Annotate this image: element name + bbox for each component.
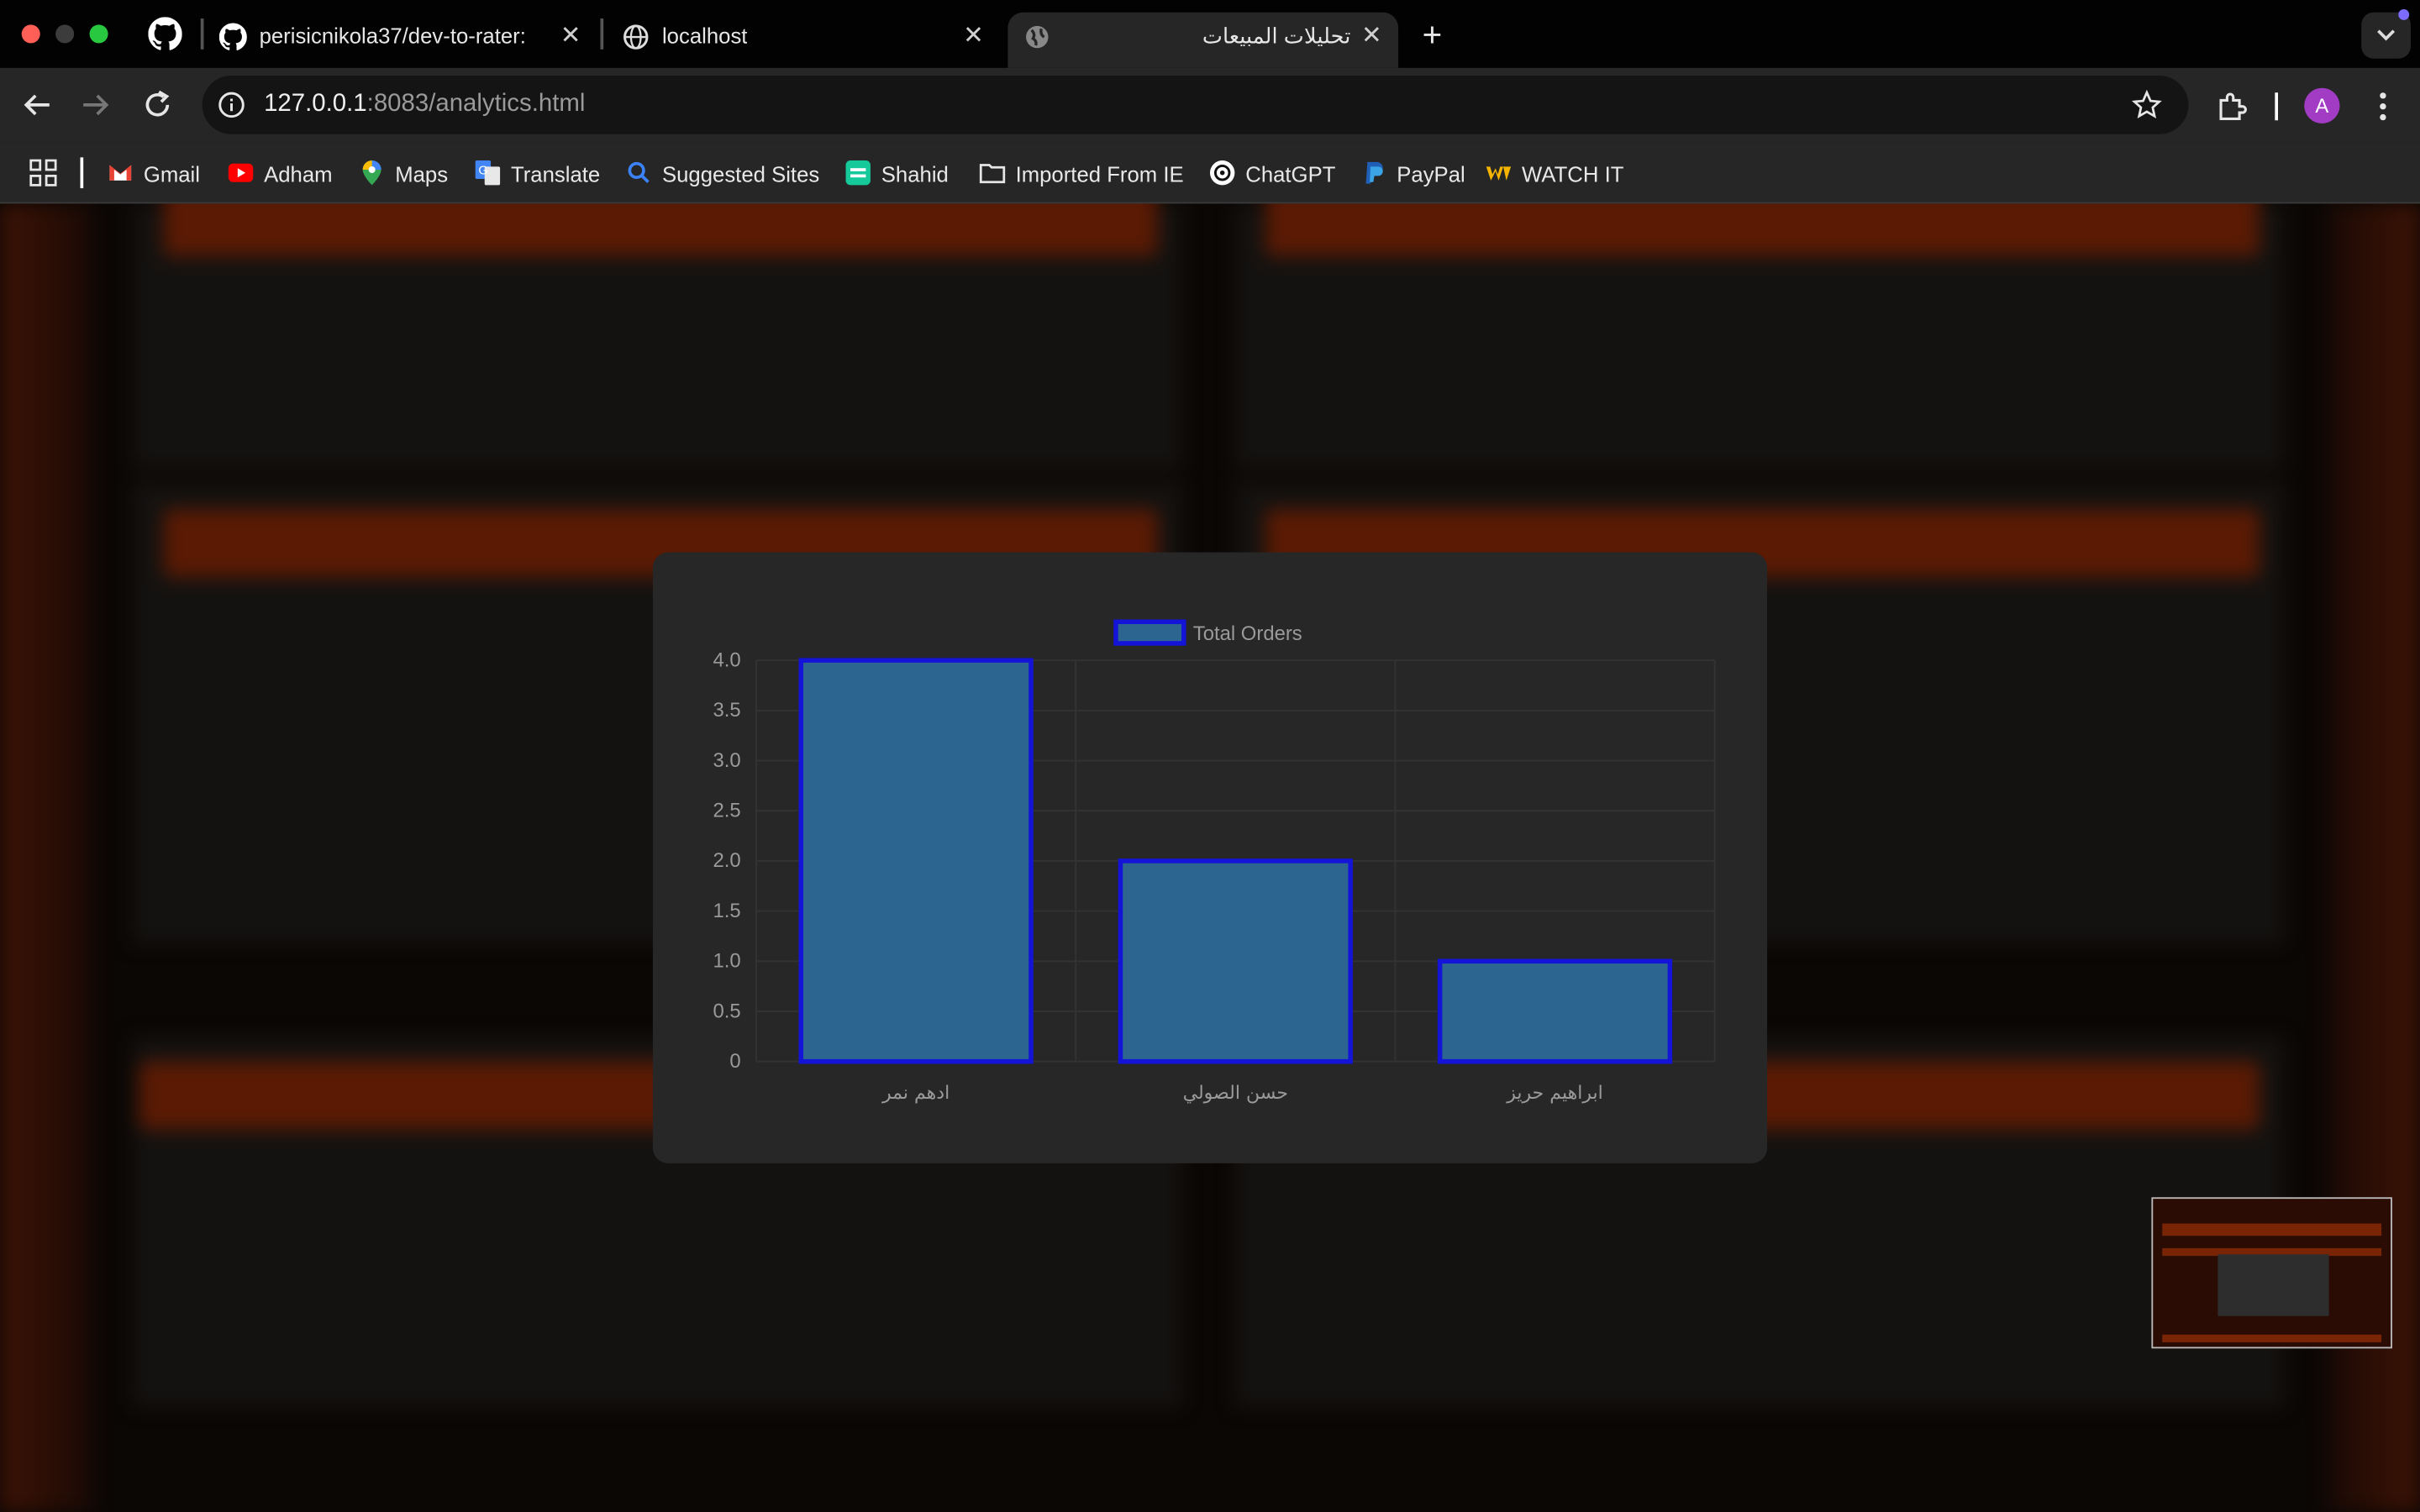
close-window-button[interactable] <box>21 24 40 44</box>
globe-icon <box>1026 25 1049 49</box>
x-tick-label: حسن الصولي <box>1183 1083 1288 1104</box>
browser-toolbar: 127.0.0.1:8083/analytics.html A <box>0 67 2420 142</box>
x-tick-label: ابراهيم حريز <box>1506 1083 1603 1104</box>
bookmark-label: Imported From IE <box>1015 161 1184 187</box>
shahid-icon <box>845 160 871 186</box>
bookmark-star-icon[interactable] <box>2131 89 2163 121</box>
y-tick-label: 1.5 <box>713 900 740 922</box>
tab-separator <box>600 18 604 50</box>
search-icon <box>628 161 650 184</box>
github-pinned-tab-icon[interactable] <box>148 17 182 50</box>
forward-arrow-icon[interactable] <box>77 87 114 123</box>
background-header-bar <box>1265 203 2260 256</box>
maximize-window-button[interactable] <box>89 24 108 44</box>
watchit-icon <box>1486 166 1512 181</box>
tab-github[interactable]: perisicnikola37/dev-to-rater: ✕ <box>203 13 596 68</box>
github-icon <box>218 23 247 50</box>
close-tab-icon[interactable]: ✕ <box>560 20 581 51</box>
bookmark-label: ChatGPT <box>1245 161 1336 187</box>
tab-title: تحليلات المبيعات <box>1202 23 1351 48</box>
new-tab-button[interactable]: + <box>1415 15 1449 55</box>
extensions-icon[interactable] <box>2215 90 2249 123</box>
y-tick-label: 3.5 <box>713 699 740 722</box>
chatgpt-icon <box>1210 160 1235 186</box>
y-tick-label: 0.5 <box>713 1000 740 1022</box>
bookmark-label: PayPal <box>1397 161 1465 187</box>
thumbnail-bar <box>2162 1223 2382 1236</box>
x-tick-label: ادهم نمر <box>881 1083 950 1104</box>
tab-title: perisicnikola37/dev-to-rater: <box>259 23 526 48</box>
chart-legend[interactable]: Total Orders <box>1113 619 1302 646</box>
bookmark-label: Suggested Sites <box>661 161 820 187</box>
background-header-bar <box>163 203 1158 256</box>
y-tick-label: 2.5 <box>713 800 740 822</box>
profile-avatar[interactable]: A <box>2304 87 2340 123</box>
page-content: 0 0.5 1.0 1.5 2.0 2.5 3.0 3.5 4.0 ادهم نمر حسن ال… <box>0 203 2420 1512</box>
folder-icon <box>979 164 1006 184</box>
bar[interactable] <box>798 658 1034 1064</box>
bookmark-label: Adham <box>264 161 333 187</box>
x-axis-ticks: ادهم نمر حسن الصولي ابراهيم حريز <box>881 1083 1603 1104</box>
legend-label: Total Orders <box>1193 622 1302 645</box>
bookmark-label: Translate <box>510 161 601 187</box>
paypal-icon <box>1365 161 1383 184</box>
translate-icon: G <box>475 160 501 186</box>
y-tick-label: 2.0 <box>713 849 740 872</box>
tab-title: localhost <box>661 23 748 48</box>
y-tick-label: 1.0 <box>713 950 740 973</box>
y-tick-label: 4.0 <box>713 648 740 671</box>
bar[interactable] <box>1437 958 1673 1064</box>
url-path: :8083/analytics.html <box>366 91 586 118</box>
back-arrow-icon[interactable] <box>18 87 55 123</box>
gmail-icon <box>109 165 132 181</box>
minimize-window-button[interactable] <box>55 24 75 44</box>
y-axis-ticks: 0 0.5 1.0 1.5 2.0 2.5 3.0 3.5 4.0 <box>713 648 740 1073</box>
youtube-icon <box>228 163 254 182</box>
more-menu-icon[interactable] <box>2366 90 2400 123</box>
background-edge-left <box>0 203 93 1512</box>
y-tick-label: 3.0 <box>713 749 740 772</box>
thumbnail-modal <box>2217 1254 2329 1316</box>
url-host: 127.0.0.1 <box>264 91 367 118</box>
bookmarks-bar: Gmail Adham Maps G Translate Suggested S… <box>0 141 2420 204</box>
tab-strip: perisicnikola37/dev-to-rater: ✕ localhos… <box>0 0 2420 68</box>
bookmark-label: Gmail <box>143 161 200 187</box>
globe-icon <box>623 24 649 50</box>
screenshot-thumbnail-preview[interactable] <box>2151 1197 2392 1349</box>
apps-grid-icon[interactable] <box>29 159 57 186</box>
bookmark-label: Shahid <box>881 161 949 187</box>
close-tab-icon[interactable]: ✕ <box>963 20 984 51</box>
url-text[interactable]: 127.0.0.1:8083/analytics.html <box>264 91 585 118</box>
chart-modal: 0 0.5 1.0 1.5 2.0 2.5 3.0 3.5 4.0 ادهم نمر حسن ال… <box>652 552 1768 1163</box>
thumbnail-bar <box>2162 1334 2382 1342</box>
site-info-icon[interactable] <box>216 90 247 121</box>
reload-icon[interactable] <box>139 87 176 123</box>
close-tab-icon[interactable]: ✕ <box>1361 20 1382 51</box>
bookmarks-divider <box>80 157 84 189</box>
total-orders-bar-chart: 0 0.5 1.0 1.5 2.0 2.5 3.0 3.5 4.0 ادهم نمر حسن ال… <box>713 619 1716 1104</box>
tab-sales-analytics[interactable]: تحليلات المبيعات ✕ <box>1007 12 1399 68</box>
y-tick-label: 0 <box>729 1050 740 1073</box>
legend-swatch <box>1113 619 1186 646</box>
svg-text:G: G <box>478 165 487 178</box>
bar[interactable] <box>1118 858 1353 1064</box>
tab-localhost[interactable]: localhost ✕ <box>607 13 999 68</box>
bookmark-label: WATCH IT <box>1522 161 1624 187</box>
notification-dot <box>2398 9 2410 20</box>
address-bar[interactable]: 127.0.0.1:8083/analytics.html <box>202 76 2189 134</box>
bookmark-label: Maps <box>395 161 449 187</box>
toolbar-divider <box>2275 92 2279 121</box>
maps-icon <box>362 160 381 186</box>
